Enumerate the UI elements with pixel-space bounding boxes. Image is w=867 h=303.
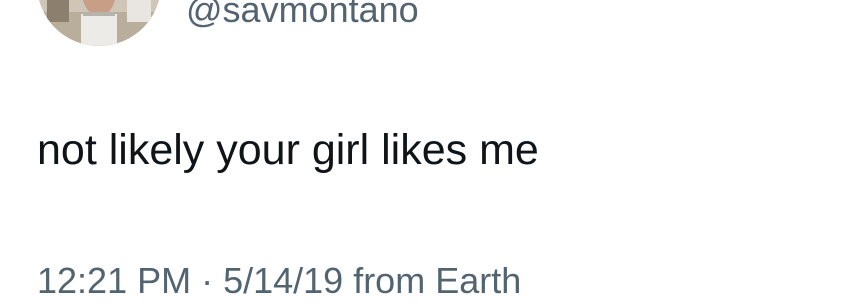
profile-photo-icon	[37, 0, 161, 46]
author-handle[interactable]: @savmontano	[186, 0, 419, 32]
tweet-text: not likely your girl likes me	[37, 126, 539, 174]
author-avatar[interactable]	[37, 0, 161, 46]
tweet-timestamp[interactable]: 12:21 PM · 5/14/19 from Earth	[37, 259, 521, 303]
